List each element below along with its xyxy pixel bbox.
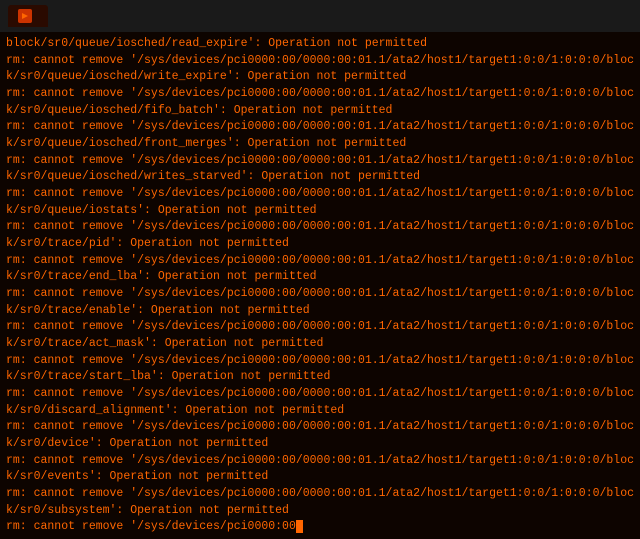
terminal-line: rm: cannot remove '/sys/devices/pci0000:… [6,419,634,452]
terminal-window: block/sr0/queue/iosched/read_expire': Op… [0,0,640,539]
titlebar [0,0,640,32]
terminal-line: rm: cannot remove '/sys/devices/pci0000:… [6,519,634,536]
terminal-line: rm: cannot remove '/sys/devices/pci0000:… [6,453,634,486]
close-button[interactable] [624,14,632,18]
minimize-button[interactable] [592,14,600,18]
terminal-body: block/sr0/queue/iosched/read_expire': Op… [0,32,640,539]
terminal-line: rm: cannot remove '/sys/devices/pci0000:… [6,386,634,419]
terminal-line: rm: cannot remove '/sys/devices/pci0000:… [6,86,634,119]
terminal-tab[interactable] [8,5,48,27]
terminal-cursor [296,520,303,533]
terminal-line: rm: cannot remove '/sys/devices/pci0000:… [6,53,634,86]
terminal-line: rm: cannot remove '/sys/devices/pci0000:… [6,253,634,286]
titlebar-left [8,5,66,27]
terminal-line: block/sr0/queue/iosched/read_expire': Op… [6,36,634,53]
terminal-line: rm: cannot remove '/sys/devices/pci0000:… [6,353,634,386]
terminal-tab-icon [18,9,32,23]
terminal-line: rm: cannot remove '/sys/devices/pci0000:… [6,286,634,319]
terminal-line: rm: cannot remove '/sys/devices/pci0000:… [6,119,634,152]
window-controls [592,14,632,18]
maximize-button[interactable] [608,14,616,18]
terminal-line: rm: cannot remove '/sys/devices/pci0000:… [6,486,634,519]
terminal-line: rm: cannot remove '/sys/devices/pci0000:… [6,186,634,219]
terminal-line: rm: cannot remove '/sys/devices/pci0000:… [6,153,634,186]
terminal-line: rm: cannot remove '/sys/devices/pci0000:… [6,319,634,352]
terminal-line: rm: cannot remove '/sys/devices/pci0000:… [6,219,634,252]
